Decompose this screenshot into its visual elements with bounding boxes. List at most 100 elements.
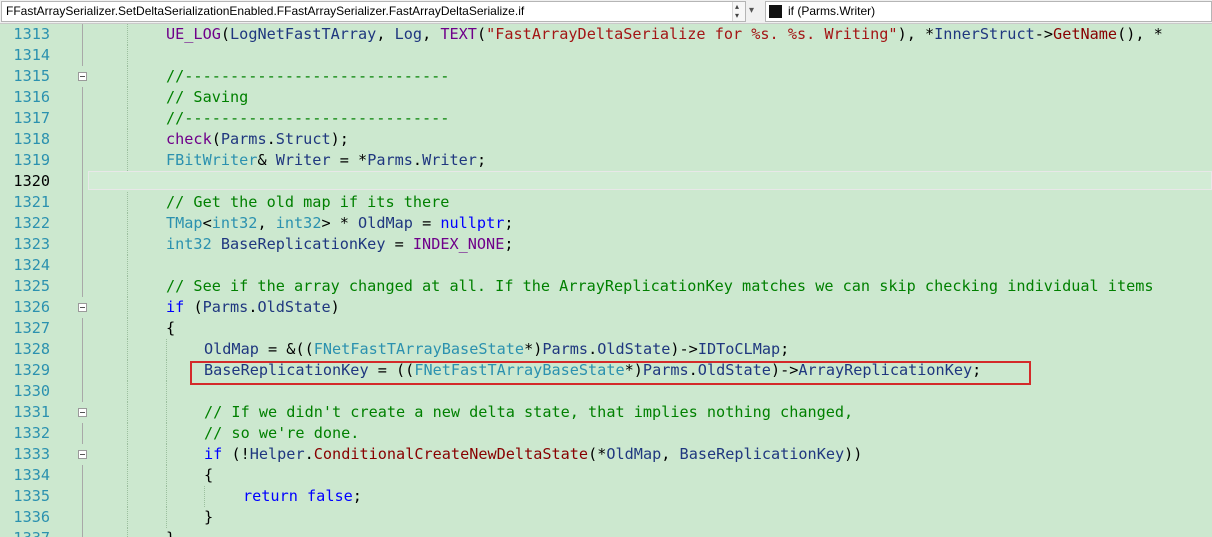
local-variable: OldMap [204, 340, 259, 358]
code-editor[interactable]: 1313 UE_LOG(LogNetFastTArray, Log, TEXT(… [0, 24, 1212, 537]
indent-guide [127, 276, 128, 297]
code-line[interactable]: 1336 } [0, 507, 1212, 528]
indent-guide [166, 402, 167, 423]
code-line[interactable]: 1328 OldMap = &((FNetFastTArrayBaseState… [0, 339, 1212, 360]
punct: ( [211, 130, 221, 148]
indent-guide [127, 444, 128, 465]
dropdown-arrow-icon[interactable]: ▾ [749, 5, 754, 16]
indent-guide [127, 507, 128, 528]
type-name: TMap [166, 214, 203, 232]
fold-guide [82, 276, 83, 297]
code-text: check(Parms.Struct); [166, 129, 349, 150]
line-number: 1315 [13, 67, 50, 85]
indent-guide [127, 360, 128, 381]
indent-guide [127, 234, 128, 255]
keyword: if [204, 445, 223, 463]
code-line[interactable]: 1326 if (Parms.OldState) [0, 297, 1212, 318]
code-line[interactable]: 1334 { [0, 465, 1212, 486]
line-number: 1337 [0, 528, 50, 537]
collapse-icon[interactable] [78, 72, 87, 81]
line-number: 1333 [13, 445, 50, 463]
code-line[interactable]: 1321 // Get the old map if its there [0, 192, 1212, 213]
chevron-up-icon[interactable]: ▴ [735, 2, 739, 11]
fold-guide [82, 213, 83, 234]
code-line[interactable]: 1323 int32 BaseReplicationKey = INDEX_NO… [0, 234, 1212, 255]
collapse-icon[interactable] [78, 408, 87, 417]
code-line[interactable]: 1325 // See if the array changed at all.… [0, 276, 1212, 297]
code-line[interactable]: 1316 // Saving [0, 87, 1212, 108]
line-number: 1326 [13, 298, 50, 316]
function-name: ConditionalCreateNewDeltaState [313, 445, 589, 463]
local-variable: Writer [275, 151, 331, 169]
fold-guide [82, 87, 83, 108]
punct: . [688, 361, 698, 379]
indent-guide [166, 465, 167, 486]
collapse-icon[interactable] [78, 450, 87, 459]
line-number: 1318 [13, 130, 50, 148]
scope-scroll-arrows[interactable]: ▴ ▾ [732, 2, 745, 21]
code-line[interactable]: 1322 TMap<int32, int32> * OldMap = nullp… [0, 213, 1212, 234]
code-text: if (Parms.OldState) [166, 297, 340, 318]
code-line[interactable]: 1315 //----------------------------- [0, 66, 1212, 87]
comment: //----------------------------- [166, 67, 450, 85]
code-line[interactable]: 1318 check(Parms.Struct); [0, 129, 1212, 150]
line-number: 1317 [13, 109, 50, 127]
fold-guide [82, 108, 83, 129]
scope-dropdown[interactable]: FFastArraySerializer.SetDeltaSerializati… [1, 1, 746, 22]
punct: = [412, 214, 441, 232]
line-number: 1319 [13, 151, 50, 169]
current-line[interactable]: 1320 [0, 171, 1212, 192]
line-number: 1336 [13, 508, 50, 526]
function-name: GetName [1053, 25, 1118, 43]
punct: ), * [897, 25, 935, 43]
code-line[interactable]: 1335 return false; [0, 486, 1212, 507]
code-line[interactable]: 1333 if (!Helper.ConditionalCreateNewDel… [0, 444, 1212, 465]
code-line[interactable]: 1330 [0, 381, 1212, 402]
code-text: UE_LOG(LogNetFastTArray, Log, TEXT("Fast… [166, 24, 1163, 45]
fold-guide [82, 339, 83, 360]
type-name: int32 [166, 235, 212, 253]
punct: ( [220, 25, 231, 43]
indent-guide [127, 402, 128, 423]
punct: -> [1034, 25, 1054, 43]
code-line[interactable]: 1337 } [0, 528, 1212, 537]
code-line[interactable]: 1324 [0, 255, 1212, 276]
line-number: 1316 [13, 88, 50, 106]
indent-guide [127, 150, 128, 171]
local-variable: OldMap [358, 214, 413, 232]
member: ArrayReplicationKey [798, 361, 973, 379]
indent-guide [166, 360, 167, 381]
line-number: 1331 [13, 403, 50, 421]
punct: ( [184, 298, 203, 316]
code-line[interactable]: 1327 { [0, 318, 1212, 339]
punct: ) [330, 298, 340, 316]
code-line[interactable]: 1313 UE_LOG(LogNetFastTArray, Log, TEXT(… [0, 24, 1212, 45]
collapse-icon[interactable] [78, 303, 87, 312]
member: OldState [597, 340, 671, 358]
code-line[interactable]: 1332 // so we're done. [0, 423, 1212, 444]
punct: (! [222, 445, 250, 463]
line-number: 1334 [13, 466, 50, 484]
line-number: 1320 [13, 172, 50, 190]
code-text: int32 BaseReplicationKey = INDEX_NONE; [166, 234, 514, 255]
punct: ; [476, 151, 487, 169]
code-line[interactable]: 1329 BaseReplicationKey = ((FNetFastTArr… [0, 360, 1212, 381]
indent-guide [127, 297, 128, 318]
line-number: 1330 [13, 382, 50, 400]
code-line[interactable]: 1314 [0, 45, 1212, 66]
fold-guide [82, 486, 83, 507]
indent-guide [127, 108, 128, 129]
line-number: 1313 [13, 25, 50, 43]
line-number: 1325 [13, 277, 50, 295]
fold-guide [82, 423, 83, 444]
punct: )-> [670, 340, 698, 358]
member-dropdown[interactable]: if (Parms.Writer) [765, 1, 1212, 22]
code-line[interactable]: 1317 //----------------------------- [0, 108, 1212, 129]
fold-guide [82, 129, 83, 150]
code-line[interactable]: 1319 FBitWriter& Writer = *Parms.Writer; [0, 150, 1212, 171]
indent-guide [127, 423, 128, 444]
chevron-down-icon[interactable]: ▾ [735, 11, 739, 20]
fold-guide [82, 318, 83, 339]
member: OldState [697, 361, 771, 379]
code-line[interactable]: 1331 // If we didn't create a new delta … [0, 402, 1212, 423]
